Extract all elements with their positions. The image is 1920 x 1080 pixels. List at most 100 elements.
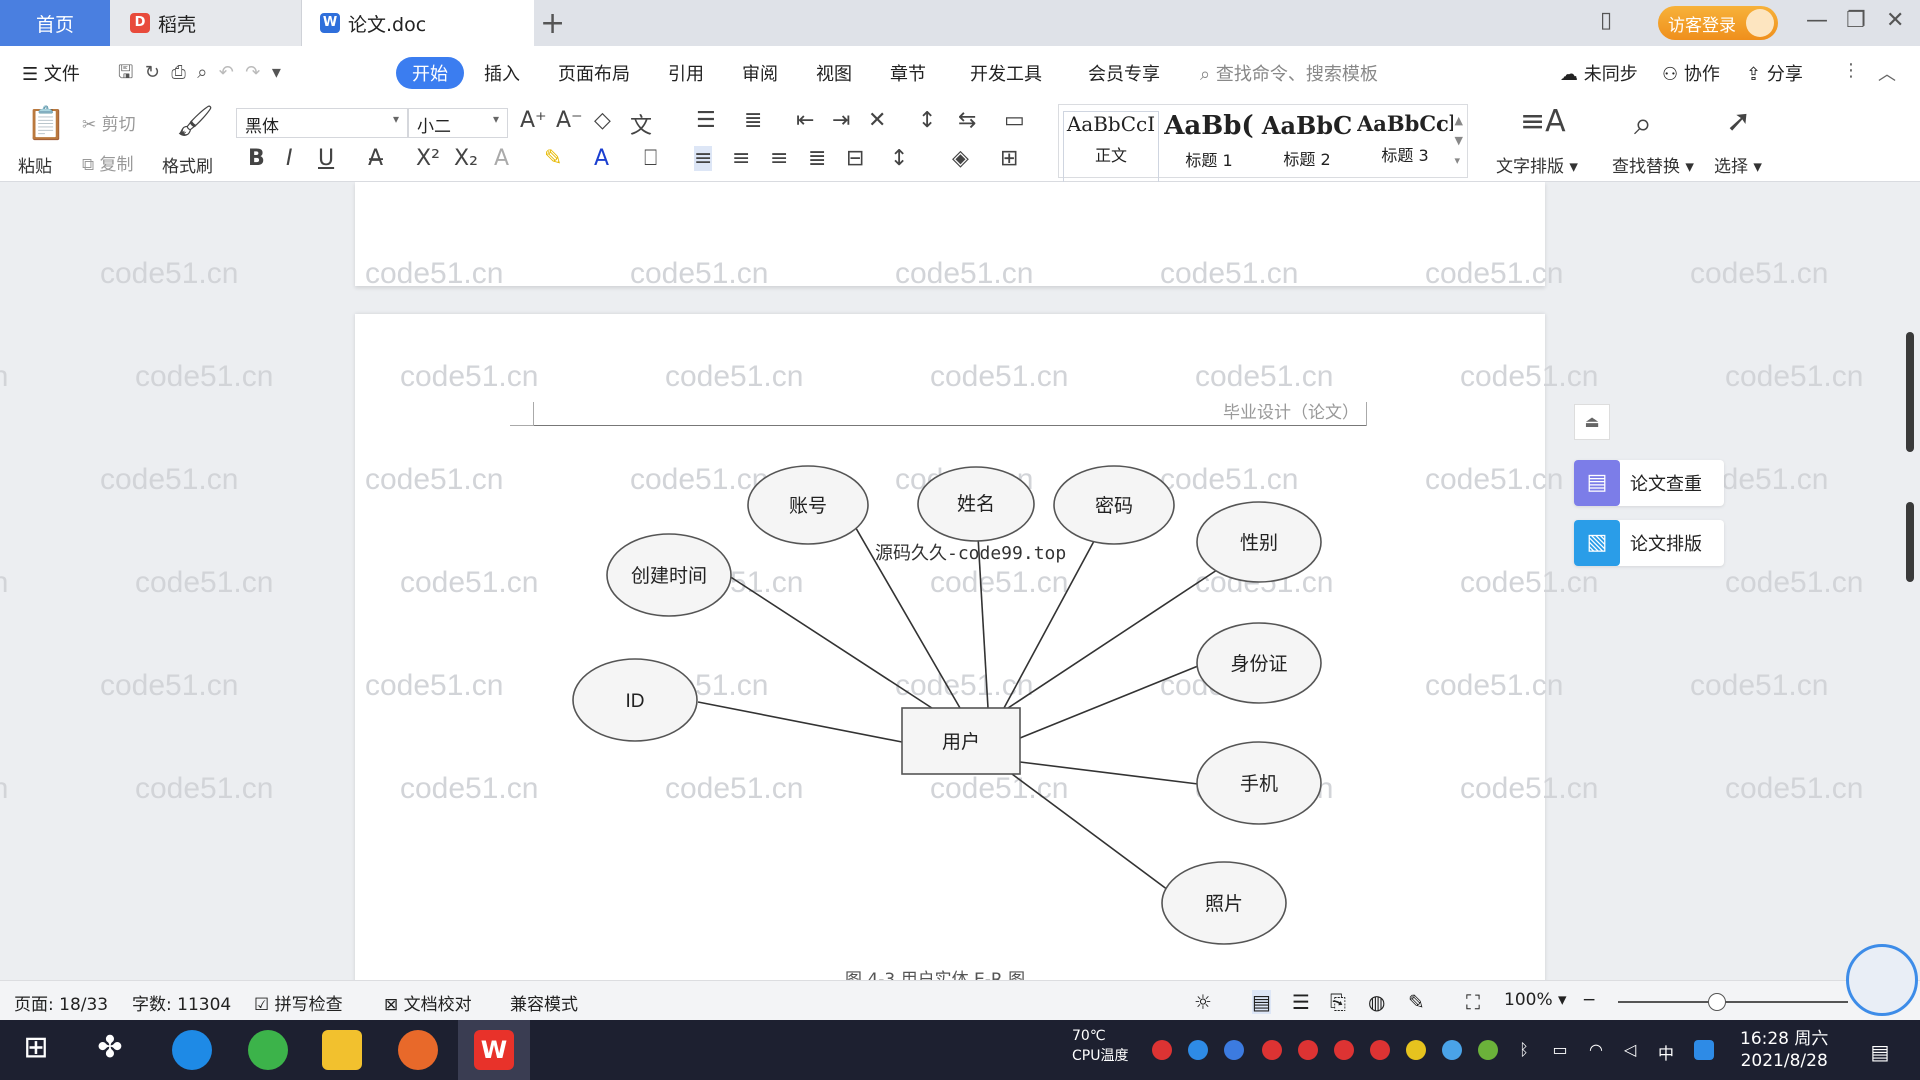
page-view-icon[interactable]: ▤ <box>1252 990 1271 1014</box>
page-count[interactable]: 页面: 18/33 <box>14 990 108 1015</box>
volume-icon[interactable]: ◁ <box>1620 1040 1640 1060</box>
tray-app-icon[interactable] <box>1406 1040 1426 1060</box>
highlight-icon[interactable]: ✎ <box>544 146 562 171</box>
zoom-slider[interactable] <box>1618 1001 1848 1003</box>
pen-icon[interactable]: ✎ <box>1408 990 1425 1014</box>
command-search[interactable]: ⌕ 查找命令、搜索模板 <box>1200 60 1378 86</box>
numbered-list-icon[interactable]: ≣ <box>744 108 762 133</box>
paste-button[interactable]: 粘贴 <box>18 152 52 177</box>
sort-icon[interactable]: ↕ <box>918 108 936 133</box>
superscript-icon[interactable]: X² <box>416 146 440 171</box>
subscript-icon[interactable]: X₂ <box>454 146 478 171</box>
scroll-thumb-top[interactable] <box>1906 332 1914 452</box>
qq-icon[interactable] <box>1334 1040 1354 1060</box>
style-heading2[interactable]: AaBbC 标题 2 <box>1259 111 1355 183</box>
reading-view-icon[interactable]: ⎘ <box>1330 990 1346 1014</box>
qq-icon[interactable] <box>1262 1040 1282 1060</box>
redo-icon[interactable]: ↷ <box>245 62 260 83</box>
clear-format-icon[interactable]: ◇ <box>594 108 611 133</box>
print-preview-icon[interactable]: ⌕ <box>197 62 207 83</box>
menu-start[interactable]: 开始 <box>396 57 464 89</box>
menu-references[interactable]: 引用 <box>668 60 704 86</box>
browser-icon[interactable] <box>248 1030 288 1070</box>
vertical-scrollbar-thumb[interactable] <box>1906 502 1914 582</box>
style-normal[interactable]: AaBbCcI 正文 <box>1063 111 1159 183</box>
menu-member[interactable]: 会员专享 <box>1088 60 1160 86</box>
layout-switch-icon[interactable]: ▯ <box>1600 8 1612 33</box>
thesis-check-button[interactable]: ▤ 论文查重 <box>1574 460 1724 506</box>
font-size-select[interactable]: 小二 ▾ <box>408 108 508 138</box>
find-replace-button[interactable]: 查找替换 ▾ <box>1612 152 1694 177</box>
word-count[interactable]: 字数: 11304 <box>132 990 231 1015</box>
show-marks-icon[interactable]: ⇆ <box>958 108 976 133</box>
tab-daoke[interactable]: D 稻壳 <box>110 0 302 46</box>
style-heading1[interactable]: AaBb(标题 1 <box>1161 111 1257 183</box>
select-button[interactable]: 选择 ▾ <box>1714 152 1762 177</box>
cpu-temperature[interactable]: 70℃ CPU温度 <box>1072 1026 1128 1066</box>
minimize-button[interactable]: — <box>1806 8 1828 33</box>
assistant-icon[interactable] <box>1846 944 1918 1016</box>
line-spacing-icon[interactable]: ↕ <box>890 146 908 171</box>
char-border-icon[interactable]: ⎕ <box>644 146 657 171</box>
ie-icon[interactable] <box>172 1030 212 1070</box>
bullet-list-icon[interactable]: ☰ <box>696 108 716 133</box>
notification-icon[interactable]: ▤ <box>1870 1040 1890 1064</box>
input-method-icon[interactable]: 中 <box>1656 1040 1676 1063</box>
collapse-ribbon-icon[interactable]: ︿ <box>1878 60 1896 86</box>
increase-indent-icon[interactable]: ⇥ <box>832 108 850 133</box>
menu-view[interactable]: 视图 <box>816 60 852 86</box>
cut-button[interactable]: ✂ 剪切 <box>82 110 136 135</box>
eye-protection-icon[interactable]: ☼ <box>1194 990 1212 1014</box>
shrink-font-icon[interactable]: A⁻ <box>556 108 583 133</box>
text-layout-button[interactable]: 文字排版 ▾ <box>1496 152 1578 177</box>
web-view-icon[interactable]: ◍ <box>1368 990 1385 1014</box>
format-painter-button[interactable]: 格式刷 <box>162 152 213 177</box>
proofread-button[interactable]: ⊠ 文档校对 <box>384 990 472 1015</box>
close-button[interactable]: ✕ <box>1886 8 1904 33</box>
sync-status[interactable]: ☁ 未同步 <box>1560 60 1638 86</box>
panel-collapse-icon[interactable]: ⏏ <box>1574 404 1610 440</box>
distribute-icon[interactable]: ⊟ <box>846 146 864 171</box>
more-icon[interactable]: ⋮ <box>1842 60 1860 81</box>
zoom-out-icon[interactable]: − <box>1582 990 1596 1010</box>
save-icon[interactable]: 🖫 <box>118 62 133 83</box>
strikethrough-icon[interactable]: A̶ <box>368 146 383 171</box>
visitor-login-button[interactable]: 访客登录 <box>1658 6 1778 40</box>
print-icon[interactable]: ⎙ <box>171 62 185 83</box>
file-menu[interactable]: ☰ 文件 <box>22 60 80 86</box>
menu-page-layout[interactable]: 页面布局 <box>558 60 630 86</box>
wifi-icon[interactable]: ◠ <box>1586 1040 1606 1060</box>
system-clock[interactable]: 16:28 周六 2021/8/28 <box>1740 1028 1828 1072</box>
chinese-layout-icon[interactable]: ✕ <box>868 108 886 133</box>
outline-view-icon[interactable]: ☰ <box>1292 990 1310 1014</box>
zoom-level[interactable]: 100% ▾ <box>1504 990 1567 1010</box>
menu-review[interactable]: 审阅 <box>742 60 778 86</box>
tray-app-icon[interactable] <box>1188 1040 1208 1060</box>
grow-font-icon[interactable]: A⁺ <box>520 108 547 133</box>
qq-browser-icon[interactable] <box>1694 1040 1714 1060</box>
shield-icon[interactable] <box>1224 1040 1244 1060</box>
fan-app-icon[interactable]: ✤ <box>90 1030 130 1070</box>
game-app-icon[interactable] <box>398 1030 438 1070</box>
windows-start-icon[interactable]: ⊞ <box>16 1030 56 1070</box>
align-center-icon[interactable]: ≡ <box>732 146 750 171</box>
decrease-indent-icon[interactable]: ⇤ <box>796 108 814 133</box>
paste-icon[interactable]: 📋 <box>26 104 66 142</box>
style-scroll-arrows[interactable]: ▲ ▼ ▾ <box>1455 111 1463 171</box>
undo-icon[interactable]: ↶ <box>219 62 234 83</box>
fit-page-icon[interactable]: ⛶ <box>1466 990 1480 1014</box>
customize-icon[interactable]: ▾ <box>272 62 281 83</box>
menu-chapter[interactable]: 章节 <box>890 60 926 86</box>
wps-taskbar-item[interactable]: W <box>458 1020 530 1080</box>
align-right-icon[interactable]: ≡ <box>770 146 788 171</box>
style-heading3[interactable]: AaBbCcl 标题 3 <box>1357 111 1453 183</box>
shading-icon[interactable]: ◈ <box>952 146 969 171</box>
tab-document[interactable]: W 论文.doc <box>302 0 534 46</box>
tab-home[interactable]: 首页 <box>0 0 110 46</box>
spell-check-button[interactable]: ☑ 拼写检查 <box>254 990 343 1015</box>
justify-icon[interactable]: ≣ <box>808 146 826 171</box>
italic-icon[interactable]: I <box>286 146 293 171</box>
font-family-select[interactable]: 黑体 ▾ <box>236 108 408 138</box>
font-color-icon[interactable]: A <box>594 146 609 171</box>
copy-button[interactable]: ⧉ 复制 <box>82 150 134 175</box>
